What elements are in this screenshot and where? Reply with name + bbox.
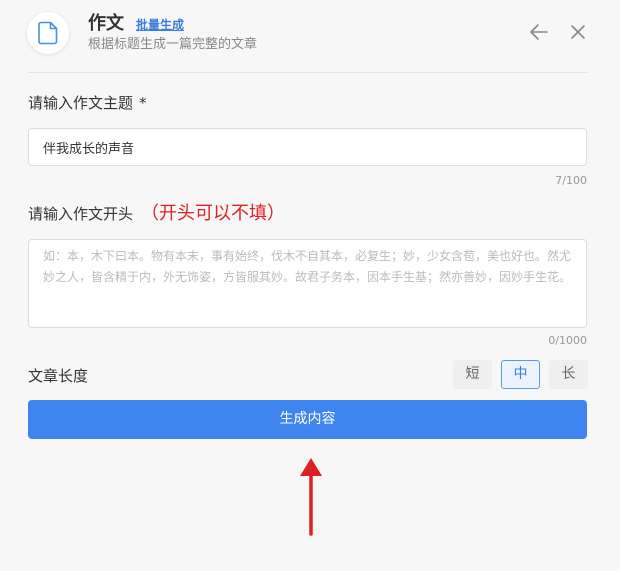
header-divider [28,72,587,73]
generate-button[interactable]: 生成内容 [28,400,587,439]
opening-textarea[interactable]: 如：本，木下曰本。物有本末，事有始终，伐木不自其本，必复生；妙，少女含苞，美也好… [28,239,587,328]
topic-label-text: 请输入作文主题 [28,94,134,112]
arrow-left-icon [530,24,548,40]
page-title: 作文 [88,13,124,34]
close-icon [571,25,585,39]
close-button[interactable] [568,22,588,42]
annotation-arrow-icon [300,458,322,536]
document-icon [38,21,58,45]
opening-label-text: 请输入作文开头 [28,205,134,223]
page-subtitle: 根据标题生成一篇完整的文章 [88,37,258,52]
required-mark: * [139,94,147,112]
length-short-button[interactable]: 短 [453,360,492,389]
app-icon [27,12,69,54]
opening-placeholder: 如：本，木下曰本。物有本末，事有始终，伐木不自其本，必复生；妙，少女含苞，美也好… [43,249,572,284]
opening-optional-hint: （开头可以不填） [141,203,286,224]
batch-generate-link[interactable]: 批量生成 [136,17,184,33]
length-long-button[interactable]: 长 [549,360,588,389]
opening-char-counter: 0/1000 [548,334,587,347]
header: 作文 批量生成 根据标题生成一篇完整的文章 [0,0,620,72]
length-medium-button[interactable]: 中 [501,360,540,389]
topic-input[interactable] [28,128,587,166]
opening-label: 请输入作文开头 （开头可以不填） [28,203,285,225]
topic-label: 请输入作文主题 * [28,93,147,113]
length-label: 文章长度 [28,367,89,385]
topic-char-counter: 7/100 [555,174,587,187]
back-button[interactable] [528,21,550,43]
